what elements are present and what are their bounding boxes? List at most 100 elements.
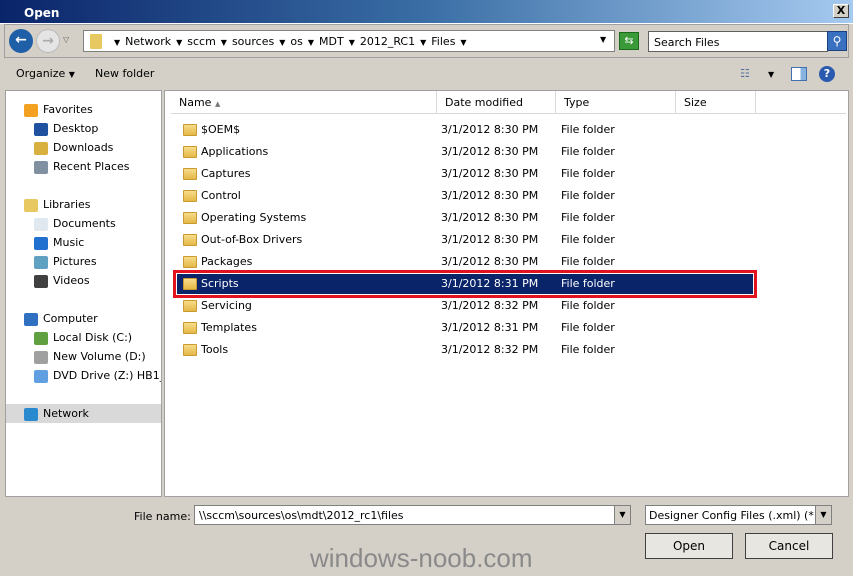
file-row[interactable]: Packages 3/1/2012 8:30 PM File folder — [177, 252, 753, 272]
file-row[interactable]: Templates 3/1/2012 8:31 PM File folder — [177, 318, 753, 338]
toolbar: Organize ▼ New folder ☷ ▼ ? — [0, 60, 853, 88]
nav-item-favorites[interactable]: Downloads — [34, 138, 113, 157]
nav-label: Libraries — [43, 198, 91, 211]
breadcrumb-arrow[interactable]: ▼ — [308, 38, 314, 47]
close-button[interactable]: X — [833, 4, 849, 18]
breadcrumb-item[interactable]: sources — [232, 35, 274, 48]
file-date: 3/1/2012 8:30 PM — [441, 123, 539, 136]
history-dropdown[interactable]: ▽ — [63, 35, 69, 44]
item-favorites-icon — [34, 141, 48, 155]
file-type: File folder — [561, 233, 615, 246]
item-libraries-icon — [34, 255, 48, 269]
search-input[interactable]: Search Files — [648, 31, 828, 52]
nav-favorites[interactable]: Favorites — [24, 100, 93, 119]
folder-icon — [183, 344, 197, 356]
column-name[interactable]: Name ▲ — [171, 91, 437, 114]
nav-item-libraries[interactable]: Music — [34, 233, 84, 252]
navigation-pane: Favorites Desktop Downloads Recent Places Li… — [5, 90, 162, 497]
nav-network[interactable]: Network — [6, 404, 161, 423]
file-date: 3/1/2012 8:32 PM — [441, 343, 539, 356]
nav-item-computer[interactable]: Local Disk (C:) — [34, 328, 132, 347]
address-bar[interactable]: ▼ Network ▼ sccm ▼ sources ▼ os ▼ MDT ▼ 2012_RC1 ▼ Fi… — [83, 30, 615, 52]
breadcrumb-arrow[interactable]: ▼ — [460, 38, 466, 47]
watermark: windows-noob.com — [310, 543, 533, 573]
preview-pane-icon[interactable] — [791, 67, 807, 81]
breadcrumb-item[interactable]: MDT — [319, 35, 344, 48]
file-row[interactable]: $OEM$ 3/1/2012 8:30 PM File folder — [177, 120, 753, 140]
window-title: Open — [24, 6, 60, 20]
file-row[interactable]: Servicing 3/1/2012 8:32 PM File folder — [177, 296, 753, 316]
forward-button[interactable]: → — [36, 29, 60, 53]
folder-icon — [183, 146, 197, 158]
file-name: Operating Systems — [201, 211, 307, 224]
nav-item-favorites[interactable]: Recent Places — [34, 157, 130, 176]
open-button[interactable]: Open — [645, 533, 733, 559]
chevron-down-icon[interactable]: ▼ — [815, 506, 831, 524]
folder-icon — [183, 278, 197, 290]
nav-item-computer[interactable]: New Volume (D:) — [34, 347, 146, 366]
file-row[interactable]: Control 3/1/2012 8:30 PM File folder — [177, 186, 753, 206]
search-icon[interactable]: ⚲ — [827, 31, 847, 51]
bottom-panel: File name: \\sccm\sources\os\mdt\2012_rc… — [0, 497, 853, 576]
help-icon[interactable]: ? — [819, 66, 835, 82]
breadcrumb-arrow[interactable]: ▼ — [279, 38, 285, 47]
file-name: Control — [201, 189, 241, 202]
refresh-icon[interactable]: ⇆ — [619, 32, 639, 50]
favorites-icon — [24, 103, 38, 117]
breadcrumb-item[interactable]: Network — [125, 35, 171, 48]
file-date: 3/1/2012 8:32 PM — [441, 299, 539, 312]
nav-computer[interactable]: Computer — [24, 309, 98, 328]
breadcrumb-item[interactable]: sccm — [187, 35, 216, 48]
column-date-modified[interactable]: Date modified — [437, 91, 556, 114]
nav-label: Computer — [43, 312, 98, 325]
nav-label: New Volume (D:) — [53, 350, 146, 363]
item-computer-icon — [34, 350, 48, 364]
file-row[interactable]: Applications 3/1/2012 8:30 PM File folder — [177, 142, 753, 162]
nav-libraries[interactable]: Libraries — [24, 195, 91, 214]
file-row[interactable]: Out-of-Box Drivers 3/1/2012 8:30 PM File f… — [177, 230, 753, 250]
file-type: File folder — [561, 343, 615, 356]
nav-item-libraries[interactable]: Documents — [34, 214, 116, 233]
file-row[interactable]: Captures 3/1/2012 8:30 PM File folder — [177, 164, 753, 184]
file-type-select[interactable]: Designer Config Files (.xml) (*.xml) ▼ — [645, 505, 832, 525]
breadcrumb-item[interactable]: 2012_RC1 — [360, 35, 415, 48]
breadcrumb-arrow[interactable]: ▼ — [349, 38, 355, 47]
breadcrumb-item[interactable]: os — [290, 35, 302, 48]
file-name-input[interactable]: \\sccm\sources\os\mdt\2012_rc1\files ▼ — [194, 505, 631, 525]
breadcrumb-arrow[interactable]: ▼ — [114, 38, 120, 47]
file-row[interactable]: Scripts 3/1/2012 8:31 PM File folder — [173, 270, 757, 298]
item-libraries-icon — [34, 274, 48, 288]
file-date: 3/1/2012 8:31 PM — [441, 277, 539, 290]
organize-button[interactable]: Organize ▼ — [16, 67, 75, 80]
nav-label: Local Disk (C:) — [53, 331, 133, 344]
nav-label: DVD Drive (Z:) HB1_CCSA_X64FRE_EN-US_DV5 — [53, 369, 161, 382]
file-row[interactable]: Tools 3/1/2012 8:32 PM File folder — [177, 340, 753, 360]
nav-label: Documents — [53, 217, 116, 230]
back-button[interactable]: ← — [9, 29, 33, 53]
file-type: File folder — [561, 167, 615, 180]
file-row[interactable]: Operating Systems 3/1/2012 8:30 PM File fo… — [177, 208, 753, 228]
cancel-button[interactable]: Cancel — [745, 533, 833, 559]
nav-item-libraries[interactable]: Pictures — [34, 252, 97, 271]
folder-icon — [183, 234, 197, 246]
breadcrumb-item[interactable]: Files — [431, 35, 455, 48]
breadcrumb-arrow[interactable]: ▼ — [420, 38, 426, 47]
new-folder-button[interactable]: New folder — [95, 67, 154, 80]
breadcrumb-arrow[interactable]: ▼ — [221, 38, 227, 47]
column-size[interactable]: Size — [676, 91, 756, 114]
file-date: 3/1/2012 8:30 PM — [441, 255, 539, 268]
address-dropdown[interactable]: ▼ — [600, 35, 606, 44]
nav-label: Favorites — [43, 103, 93, 116]
file-name-value: \\sccm\sources\os\mdt\2012_rc1\files — [199, 509, 404, 522]
column-type[interactable]: Type — [556, 91, 676, 114]
nav-item-computer[interactable]: DVD Drive (Z:) HB1_CCSA_X64FRE_EN-US_DV5 — [34, 366, 161, 385]
view-dropdown[interactable]: ▼ — [768, 70, 774, 79]
file-name: Packages — [201, 255, 253, 268]
breadcrumb-arrow[interactable]: ▼ — [176, 38, 182, 47]
chevron-down-icon[interactable]: ▼ — [614, 506, 630, 524]
column-header: Name ▲ Date modified Type Size — [171, 91, 846, 114]
nav-item-libraries[interactable]: Videos — [34, 271, 90, 290]
nav-item-favorites[interactable]: Desktop — [34, 119, 98, 138]
folder-icon — [183, 322, 197, 334]
view-icon[interactable]: ☷ — [740, 67, 750, 80]
